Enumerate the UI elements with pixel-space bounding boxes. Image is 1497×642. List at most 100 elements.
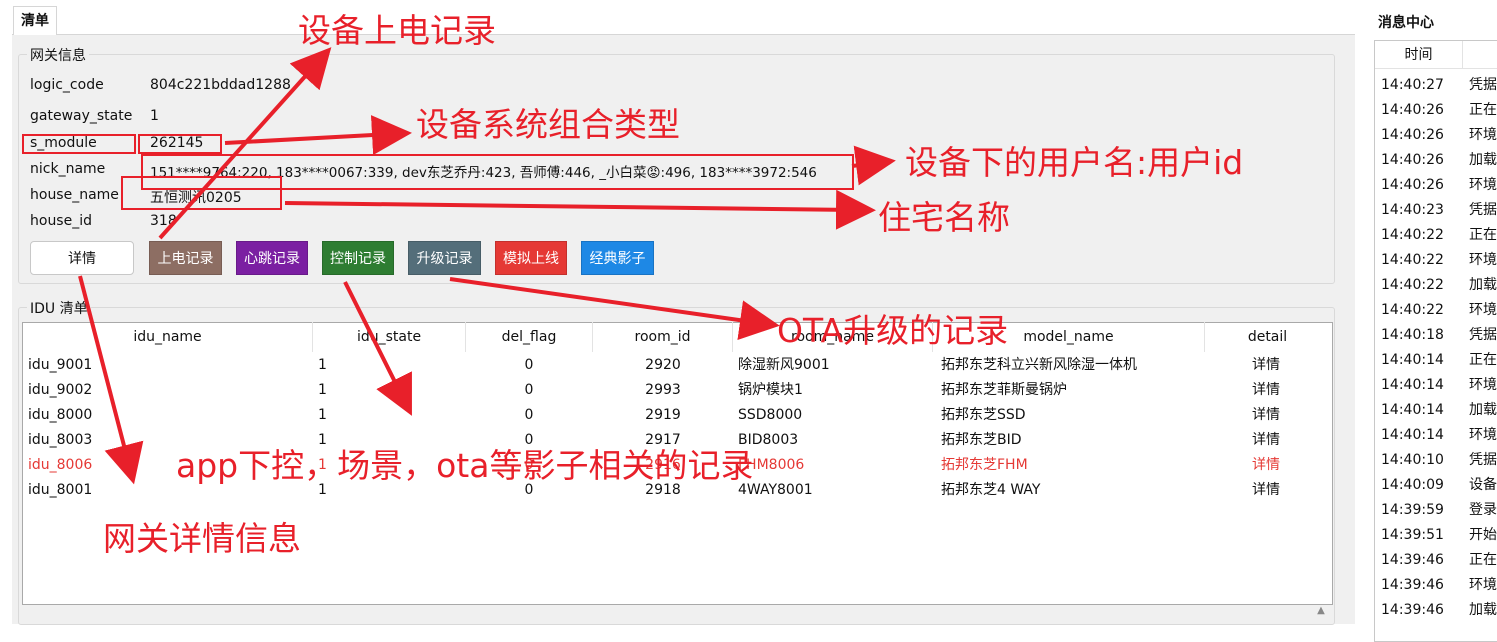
message-row[interactable]: 14:40:22 正在: [1381, 226, 1497, 244]
message-row[interactable]: 14:40:14 环境: [1381, 426, 1497, 444]
power-on-record-button[interactable]: 上电记录: [149, 241, 222, 275]
cell-model-name: 拓邦东芝BID: [941, 432, 1022, 448]
tab-strip: [0, 0, 1355, 36]
message-text: 凭据: [1469, 77, 1497, 93]
message-text: 环境: [1469, 177, 1497, 193]
message-text: 加载: [1469, 602, 1497, 618]
cell-idu-state: 1: [318, 357, 327, 373]
tab-list[interactable]: 清单: [13, 6, 57, 35]
message-time: 14:40:14: [1381, 427, 1444, 443]
scroll-up-arrow-icon[interactable]: ▲: [1316, 606, 1326, 616]
cell-model-name: 拓邦东芝科立兴新风除湿一体机: [941, 357, 1137, 373]
message-text: 凭据: [1469, 327, 1497, 343]
message-row[interactable]: 14:40:26 正在: [1381, 101, 1497, 119]
message-row[interactable]: 14:40:27 凭据: [1381, 76, 1497, 94]
message-row[interactable]: 14:40:23 凭据: [1381, 201, 1497, 219]
message-row[interactable]: 14:39:46 加载: [1381, 601, 1497, 619]
message-row[interactable]: 14:40:22 环境: [1381, 251, 1497, 269]
message-row[interactable]: 14:39:59 登录: [1381, 501, 1497, 519]
col-header-idu-name[interactable]: idu_name: [23, 322, 313, 352]
message-time: 14:40:23: [1381, 202, 1444, 218]
message-content-header[interactable]: [1463, 41, 1497, 69]
control-record-button[interactable]: 控制记录: [322, 241, 394, 275]
cell-model-name: 拓邦东芝菲斯曼锅炉: [941, 382, 1067, 398]
message-time: 14:39:51: [1381, 527, 1444, 543]
message-text: 加载: [1469, 277, 1497, 293]
message-row[interactable]: 14:40:22 加载: [1381, 276, 1497, 294]
cell-idu-state: 1: [318, 382, 327, 398]
col-header-detail[interactable]: detail: [1205, 322, 1330, 352]
annotation-detail: 网关详情信息: [103, 519, 301, 558]
message-text: 正在: [1469, 552, 1497, 568]
annotation-s-module: 设备系统组合类型: [416, 105, 680, 144]
message-text: 环境: [1469, 577, 1497, 593]
message-time-header[interactable]: 时间: [1375, 41, 1463, 69]
cell-detail[interactable]: 详情: [1226, 481, 1306, 499]
annotation-box-house-name: [121, 176, 282, 210]
message-text: 开始: [1469, 527, 1497, 543]
simulate-online-button[interactable]: 模拟上线: [495, 241, 567, 275]
cell-room-id: 2919: [645, 407, 681, 423]
cell-detail[interactable]: 详情: [1226, 356, 1306, 374]
message-time: 14:40:10: [1381, 452, 1444, 468]
message-text: 环境: [1469, 377, 1497, 393]
col-header-idu-state[interactable]: idu_state: [313, 322, 466, 352]
message-row[interactable]: 14:40:10 凭据: [1381, 451, 1497, 469]
heartbeat-record-button[interactable]: 心跳记录: [236, 241, 308, 275]
message-text: 加载: [1469, 402, 1497, 418]
message-text: 加载: [1469, 152, 1497, 168]
message-time: 14:40:09: [1381, 477, 1444, 493]
gateway-info-title: 网关信息: [27, 45, 89, 65]
gateway-detail-button[interactable]: 详情: [30, 241, 134, 275]
message-text: 正在: [1469, 227, 1497, 243]
message-text: 环境: [1469, 427, 1497, 443]
annotation-box-s-module-value: [138, 134, 222, 154]
message-time: 14:40:26: [1381, 152, 1444, 168]
message-row[interactable]: 14:40:26 环境: [1381, 126, 1497, 144]
cell-room-name: 除湿新风9001: [738, 357, 830, 373]
annotation-shadow: app下控，场景，ota等影子相关的记录: [176, 446, 754, 485]
cell-detail[interactable]: 详情: [1226, 381, 1306, 399]
cell-del-flag: 0: [524, 382, 534, 398]
col-header-room-id[interactable]: room_id: [593, 322, 733, 352]
cell-idu-name: idu_8001: [28, 482, 93, 498]
message-row[interactable]: 14:40:14 环境: [1381, 376, 1497, 394]
message-row[interactable]: 14:40:14 正在: [1381, 351, 1497, 369]
cell-idu-name: idu_9001: [28, 357, 93, 373]
message-time: 14:40:22: [1381, 277, 1444, 293]
annotation-users: 设备下的用户名:用户id: [905, 143, 1244, 182]
field-label-house-name: house_name: [30, 187, 119, 203]
message-text: 凭据: [1469, 452, 1497, 468]
field-value-gateway-state: 1: [150, 108, 159, 124]
message-row[interactable]: 14:40:14 加载: [1381, 401, 1497, 419]
message-row[interactable]: 14:40:26 加载: [1381, 151, 1497, 169]
upgrade-record-button[interactable]: 升级记录: [408, 241, 481, 275]
cell-detail[interactable]: 详情: [1226, 456, 1306, 474]
annotation-power-on: 设备上电记录: [298, 11, 496, 50]
message-row[interactable]: 14:40:26 环境: [1381, 176, 1497, 194]
cell-idu-name: idu_8003: [28, 432, 93, 448]
cell-room-id: 2920: [645, 357, 681, 373]
message-text: 环境: [1469, 302, 1497, 318]
message-text: 正在: [1469, 352, 1497, 368]
message-row[interactable]: 14:40:18 凭据: [1381, 326, 1497, 344]
cell-del-flag: 0: [524, 357, 534, 373]
message-row[interactable]: 14:39:51 开始: [1381, 526, 1497, 544]
annotation-ota: OTA升级的记录: [777, 311, 1009, 350]
cell-model-name: 拓邦东芝SSD: [941, 407, 1026, 423]
cell-model-name: 拓邦东芝FHM: [941, 457, 1028, 473]
cell-detail[interactable]: 详情: [1226, 406, 1306, 424]
message-time: 14:40:26: [1381, 127, 1444, 143]
message-row[interactable]: 14:39:46 环境: [1381, 576, 1497, 594]
message-row[interactable]: 14:39:46 正在: [1381, 551, 1497, 569]
idu-list-title: IDU 清单: [27, 298, 91, 318]
message-row[interactable]: 14:40:09 设备: [1381, 476, 1497, 494]
cell-detail[interactable]: 详情: [1226, 431, 1306, 449]
cell-model-name: 拓邦东芝4 WAY: [941, 482, 1041, 498]
col-header-del-flag[interactable]: del_flag: [466, 322, 593, 352]
field-value-house-id: 318: [150, 213, 177, 229]
message-time: 14:40:22: [1381, 252, 1444, 268]
message-time: 14:39:46: [1381, 602, 1444, 618]
message-row[interactable]: 14:40:22 环境: [1381, 301, 1497, 319]
classic-shadow-button[interactable]: 经典影子: [581, 241, 654, 275]
